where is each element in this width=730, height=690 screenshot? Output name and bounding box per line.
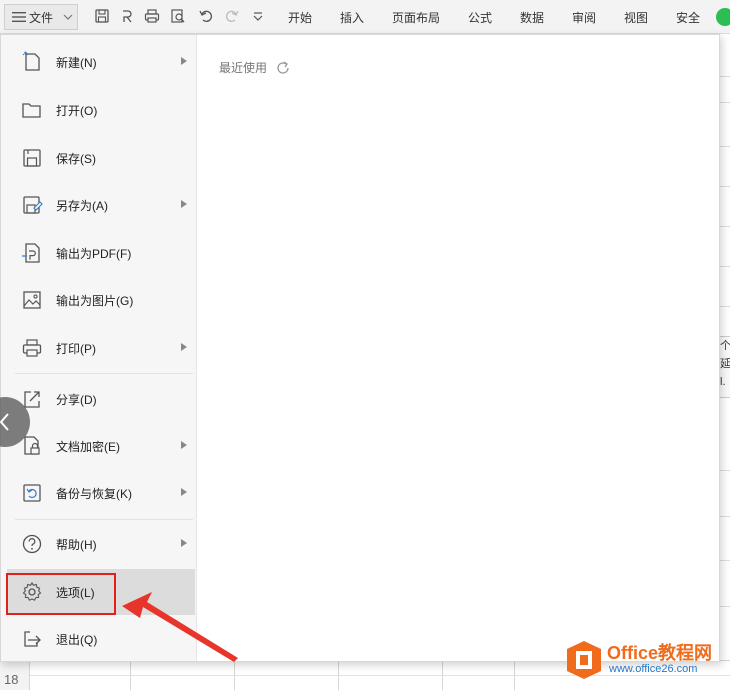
menu-item-save[interactable]: 保存(S) [7,138,195,178]
menu-item-open[interactable]: 打开(O) [7,90,195,130]
grid-line [720,76,730,77]
submenu-arrow-icon [181,343,187,351]
file-menu-label: 文件 [29,10,54,25]
watermark-title: Office教程网 [607,643,713,663]
grid-line [442,661,443,690]
menu-item-label: 输出为PDF(F) [56,246,132,261]
save-icon [23,149,41,167]
undo-icon[interactable] [198,8,214,24]
grid-line [720,146,730,147]
tab-data[interactable]: 数据 [520,9,544,26]
tab-insert[interactable]: 插入 [340,9,364,26]
menu-item-label: 另存为(A) [56,198,108,213]
watermark-url: www.office26.com [609,663,698,675]
new-file-icon [22,51,40,71]
menu-divider [15,519,193,520]
cell-text: l. [720,376,726,388]
submenu-arrow-icon [181,539,187,547]
menu-item-new[interactable]: 新建(N) [7,42,195,82]
image-export-icon [23,291,41,309]
menu-item-label: 分享(D) [56,392,97,407]
grid-line [514,661,515,690]
grid-line [720,516,730,517]
cell-text: 个 [720,340,730,352]
grid-line [720,306,730,307]
backup-icon [23,484,41,502]
chevron-left-icon [0,413,9,431]
export-pdf-icon[interactable] [119,8,135,24]
printer-icon [22,339,42,357]
recent-files-label: 最近使用 [219,61,268,75]
file-menu-button[interactable]: 文件 [4,4,78,30]
menu-item-export-pdf[interactable]: 输出为PDF(F) [7,233,195,273]
file-menu-panel: 新建(N) 打开(O) 保存(S) 另存为(A) 输出为PDF(F) 输出为图片… [0,34,720,662]
grid-line [720,560,730,561]
menu-item-help[interactable]: 帮助(H) [7,524,195,564]
menu-item-label: 打开(O) [56,103,98,118]
recent-files-header: 最近使用 [219,59,291,76]
menu-item-label: 保存(S) [56,151,96,166]
watermark: Office教程网 www.office26.com [565,637,730,683]
row-header[interactable]: 18 [0,661,30,690]
grid-line [720,226,730,227]
submenu-arrow-icon [181,488,187,496]
menu-item-export-image[interactable]: 输出为图片(G) [7,280,195,320]
grid-line [720,606,730,607]
office-logo-icon [567,641,601,679]
tab-review[interactable]: 审阅 [572,9,596,26]
grid-line [720,266,730,267]
tab-page-layout[interactable]: 页面布局 [392,9,440,26]
options-highlight-box [6,573,116,615]
file-menu-list: 新建(N) 打开(O) 保存(S) 另存为(A) 输出为PDF(F) 输出为图片… [1,35,197,661]
menu-item-label: 打印(P) [56,341,96,356]
chevron-down-icon [63,14,73,20]
annotation-arrow-icon [122,592,238,662]
grid-line [130,661,131,690]
menu-item-label: 输出为图片(G) [56,293,134,308]
submenu-arrow-icon [181,200,187,208]
customize-toolbar-icon[interactable] [250,8,266,24]
print-preview-icon[interactable] [170,8,186,24]
save-icon[interactable] [94,8,110,24]
cell-text-stub: 个 延 l. [720,336,730,398]
quick-access-toolbar: 文件 开始 插入 页面布局 公式 数据 审阅 视图 安全 [0,0,730,34]
menu-item-label: 文档加密(E) [56,439,120,454]
menu-item-print[interactable]: 打印(P) [7,328,195,368]
grid-line [720,186,730,187]
menu-item-encrypt[interactable]: 文档加密(E) [7,426,195,466]
save-as-icon [23,196,43,214]
submenu-arrow-icon [181,57,187,65]
pdf-export-icon [22,243,40,263]
menu-divider [15,373,193,374]
print-icon[interactable] [144,8,160,24]
tab-view[interactable]: 视图 [624,9,648,26]
exit-icon [24,631,41,647]
tab-security[interactable]: 安全 [676,9,700,26]
menu-item-label: 新建(N) [56,55,97,70]
tab-home[interactable]: 开始 [288,9,312,26]
help-icon [22,534,42,554]
submenu-arrow-icon [181,441,187,449]
encrypt-icon [24,436,40,455]
grid-line [234,661,235,690]
menu-item-share[interactable]: 分享(D) [7,379,195,419]
status-dot-icon[interactable] [716,8,730,26]
hamburger-icon [12,12,26,22]
tab-formulas[interactable]: 公式 [468,9,492,26]
menu-item-label: 退出(Q) [56,632,98,647]
menu-item-save-as[interactable]: 另存为(A) [7,185,195,225]
grid-line [720,470,730,471]
refresh-icon[interactable] [275,60,291,76]
folder-icon [22,103,41,118]
grid-line [338,661,339,690]
grid-line [720,102,730,103]
redo-icon[interactable] [224,8,240,24]
menu-item-label: 备份与恢复(K) [56,486,132,501]
menu-item-label: 帮助(H) [56,537,97,552]
menu-item-backup[interactable]: 备份与恢复(K) [7,473,195,513]
cell-text: 延 [720,358,730,370]
